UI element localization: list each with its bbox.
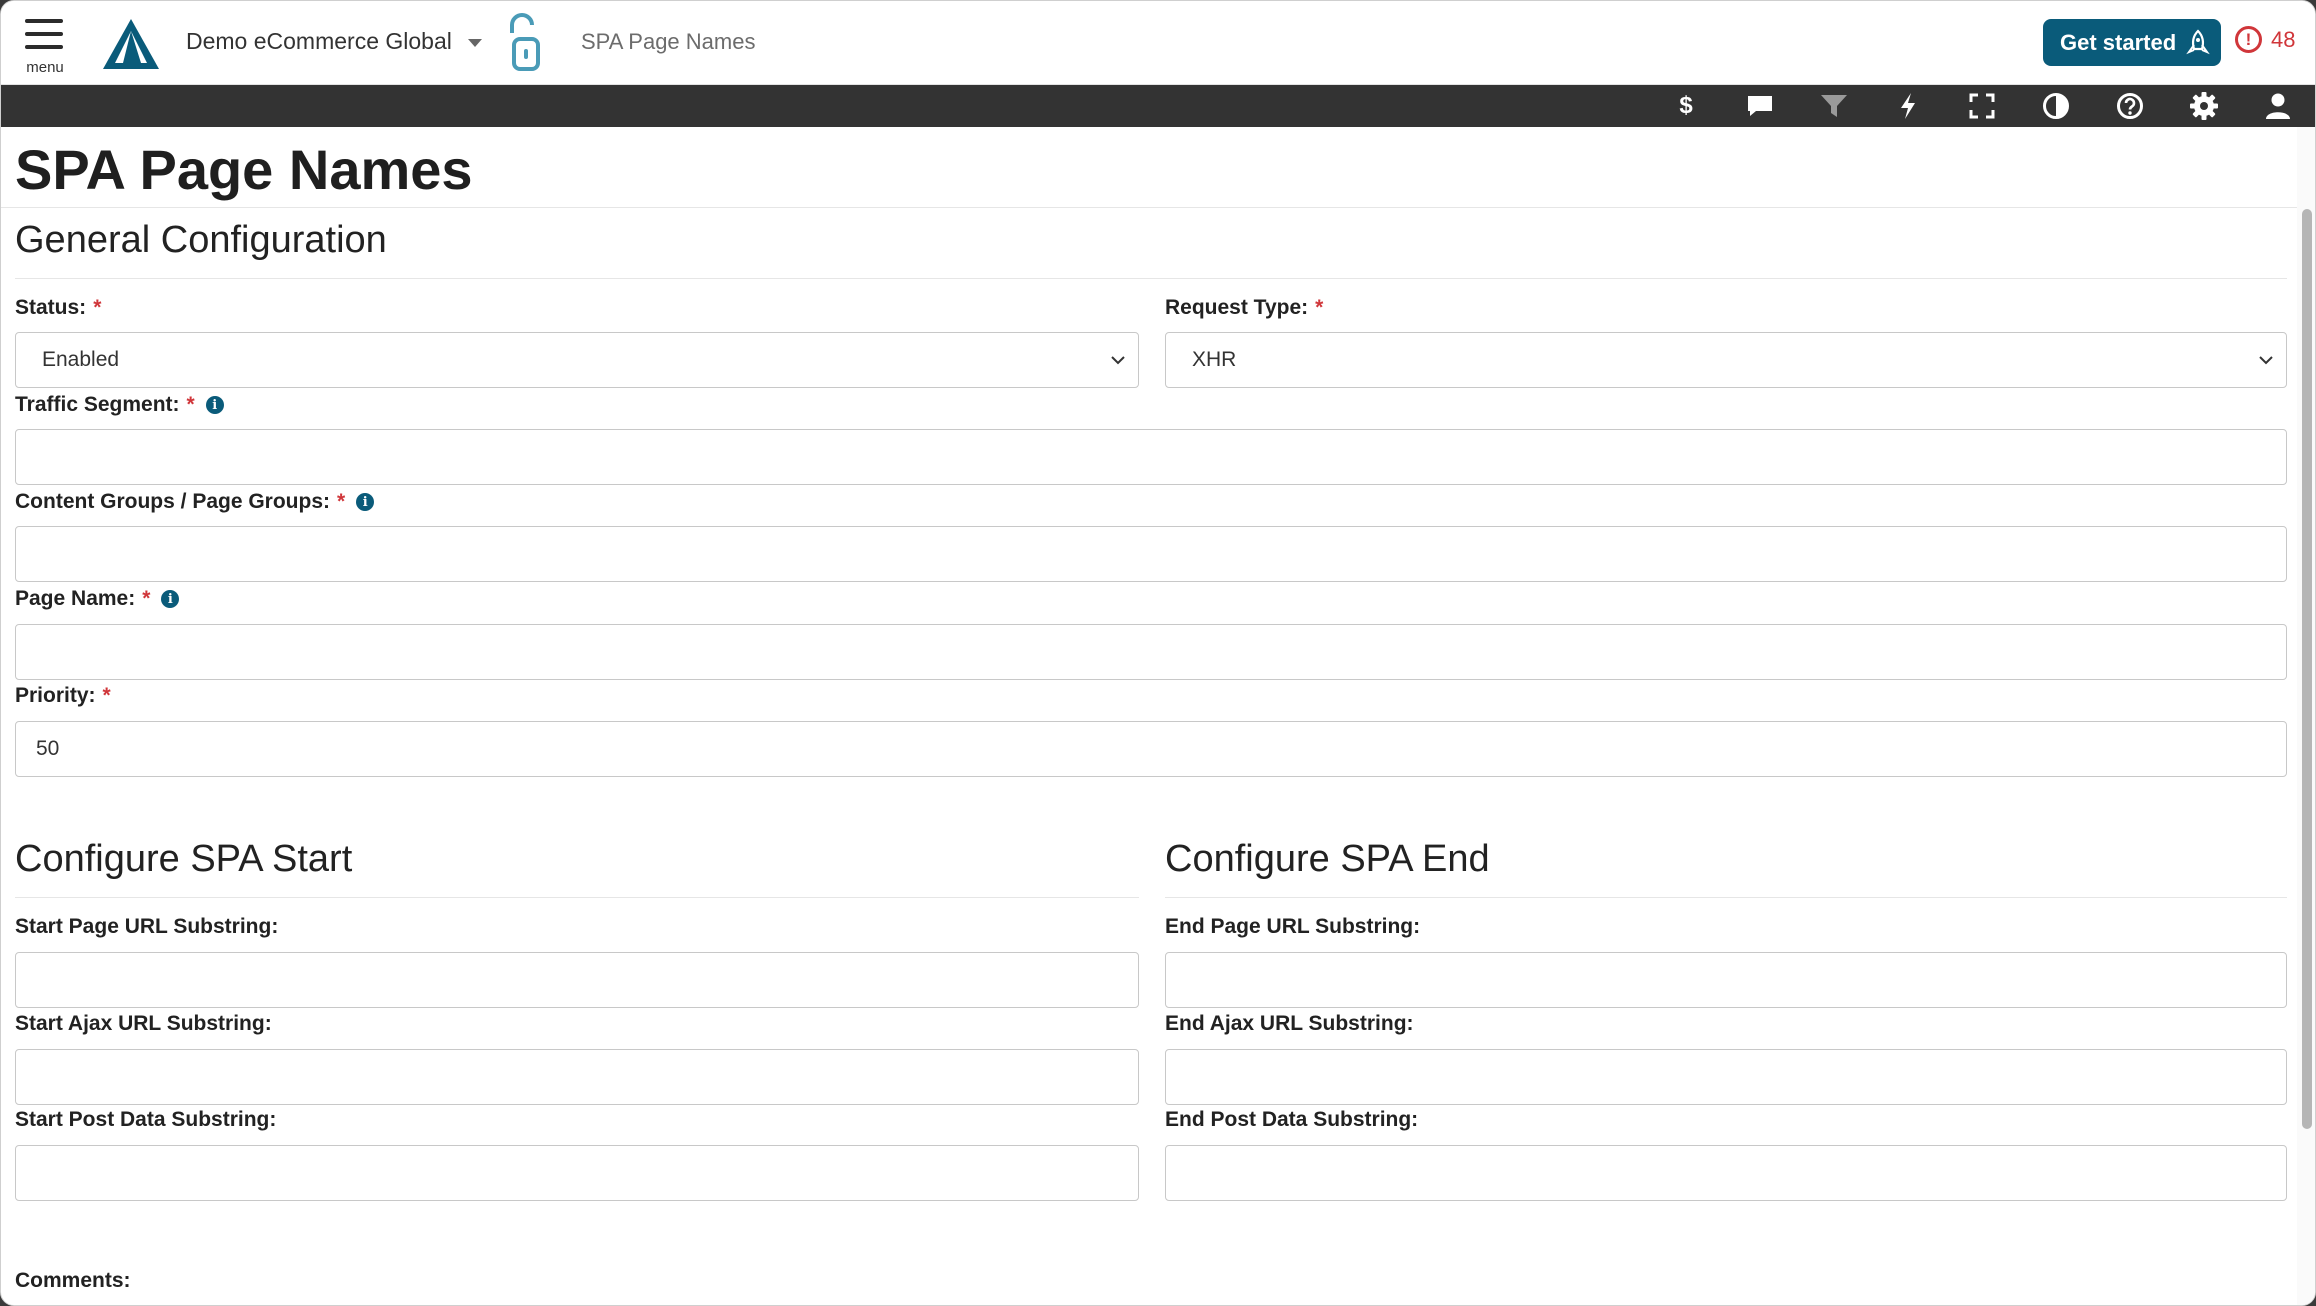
traffic-segment-label: Traffic Segment: * i bbox=[15, 393, 224, 417]
alert-count: 48 bbox=[2271, 26, 2296, 52]
required-marker: * bbox=[93, 296, 102, 319]
status-label-text: Status: bbox=[15, 296, 87, 319]
brand-logo-icon[interactable] bbox=[101, 17, 161, 71]
start-ajax-url-label: Start Ajax URL Substring: bbox=[15, 1012, 272, 1035]
divider bbox=[1165, 897, 2287, 898]
configure-spa-end-heading: Configure SPA End bbox=[1165, 838, 1490, 880]
traffic-segment-input[interactable] bbox=[15, 429, 2287, 485]
status-select[interactable]: Enabled bbox=[15, 332, 1139, 388]
utility-toolbar: $ bbox=[1, 85, 2315, 127]
status-label: Status: * bbox=[15, 296, 101, 320]
priority-label: Priority: * bbox=[15, 684, 111, 708]
traffic-segment-label-text: Traffic Segment: bbox=[15, 393, 180, 416]
content-groups-input[interactable] bbox=[15, 526, 2287, 582]
required-marker: * bbox=[102, 684, 111, 707]
dollar-symbol: $ bbox=[1679, 92, 1693, 119]
page-title: SPA Page Names bbox=[15, 138, 473, 201]
hamburger-icon-bar bbox=[25, 32, 63, 36]
scrollbar-thumb[interactable] bbox=[2302, 209, 2312, 1129]
gear-icon[interactable] bbox=[2167, 85, 2241, 127]
contrast-icon[interactable] bbox=[2019, 85, 2093, 127]
end-ajax-url-label: End Ajax URL Substring: bbox=[1165, 1012, 1414, 1035]
request-type-value: XHR bbox=[1192, 348, 1237, 371]
breadcrumb-current-page: SPA Page Names bbox=[581, 29, 756, 54]
start-page-url-label: Start Page URL Substring: bbox=[15, 915, 279, 938]
info-icon[interactable]: i bbox=[356, 493, 375, 511]
menu-label: menu bbox=[26, 59, 64, 76]
priority-label-text: Priority: bbox=[15, 684, 96, 707]
end-ajax-url-input[interactable] bbox=[1165, 1049, 2287, 1105]
start-post-data-label: Start Post Data Substring: bbox=[15, 1108, 277, 1131]
content-groups-label: Content Groups / Page Groups: * i bbox=[15, 490, 375, 514]
hamburger-icon bbox=[25, 19, 63, 23]
alert-circle-icon: ! bbox=[2235, 26, 2262, 53]
top-header: menu Demo eCommerce Global SPA Page Name… bbox=[1, 1, 2315, 85]
required-marker: * bbox=[186, 393, 195, 416]
required-marker: * bbox=[142, 587, 151, 610]
rocket-icon bbox=[2186, 28, 2210, 54]
page-name-label-text: Page Name: bbox=[15, 587, 136, 610]
chevron-down-icon bbox=[1111, 356, 1125, 365]
comment-icon[interactable] bbox=[1723, 85, 1797, 127]
caret-down-icon[interactable] bbox=[468, 39, 482, 47]
request-type-select[interactable]: XHR bbox=[1165, 332, 2287, 388]
priority-input[interactable]: 50 bbox=[15, 721, 2287, 777]
comments-label: Comments: bbox=[15, 1269, 131, 1292]
end-page-url-label: End Page URL Substring: bbox=[1165, 915, 1421, 938]
start-ajax-url-input[interactable] bbox=[15, 1049, 1139, 1105]
start-page-url-input[interactable] bbox=[15, 952, 1139, 1008]
app-window: menu Demo eCommerce Global SPA Page Name… bbox=[0, 0, 2316, 1306]
request-type-label-text: Request Type: bbox=[1165, 296, 1309, 319]
get-started-label: Get started bbox=[2060, 29, 2177, 55]
status-value: Enabled bbox=[42, 348, 120, 371]
scrollbar[interactable] bbox=[2297, 127, 2315, 1305]
configure-spa-start-heading: Configure SPA Start bbox=[15, 838, 353, 880]
general-configuration-heading: General Configuration bbox=[15, 219, 387, 261]
info-icon[interactable]: i bbox=[161, 590, 180, 608]
user-icon[interactable] bbox=[2241, 85, 2315, 127]
main-content: SPA Page Names General Configuration Sta… bbox=[1, 127, 2297, 1305]
dollar-icon[interactable]: $ bbox=[1649, 85, 1723, 127]
account-selector[interactable]: Demo eCommerce Global bbox=[186, 28, 452, 55]
divider bbox=[1, 207, 2297, 208]
divider bbox=[15, 278, 2287, 279]
end-post-data-input[interactable] bbox=[1165, 1145, 2287, 1201]
get-started-button[interactable]: Get started bbox=[2043, 19, 2221, 66]
page-name-label: Page Name: * i bbox=[15, 587, 180, 611]
start-post-data-input[interactable] bbox=[15, 1145, 1139, 1201]
fullscreen-icon[interactable] bbox=[1945, 85, 2019, 127]
help-icon[interactable] bbox=[2093, 85, 2167, 127]
hamburger-icon-bar bbox=[25, 45, 63, 49]
content-groups-label-text: Content Groups / Page Groups: bbox=[15, 490, 331, 513]
request-type-label: Request Type: * bbox=[1165, 296, 1323, 320]
end-post-data-label: End Post Data Substring: bbox=[1165, 1108, 1419, 1131]
unlocked-icon[interactable] bbox=[506, 13, 544, 73]
required-marker: * bbox=[1315, 296, 1324, 319]
alerts-indicator[interactable]: ! 48 bbox=[2235, 26, 2295, 53]
info-icon[interactable]: i bbox=[205, 396, 224, 414]
filter-icon[interactable] bbox=[1797, 85, 1871, 127]
end-page-url-input[interactable] bbox=[1165, 952, 2287, 1008]
page-name-input[interactable] bbox=[15, 624, 2287, 680]
required-marker: * bbox=[337, 490, 346, 513]
menu-button[interactable]: menu bbox=[23, 17, 67, 77]
bolt-icon[interactable] bbox=[1871, 85, 1945, 127]
divider bbox=[15, 897, 1139, 898]
chevron-down-icon bbox=[2259, 356, 2273, 365]
